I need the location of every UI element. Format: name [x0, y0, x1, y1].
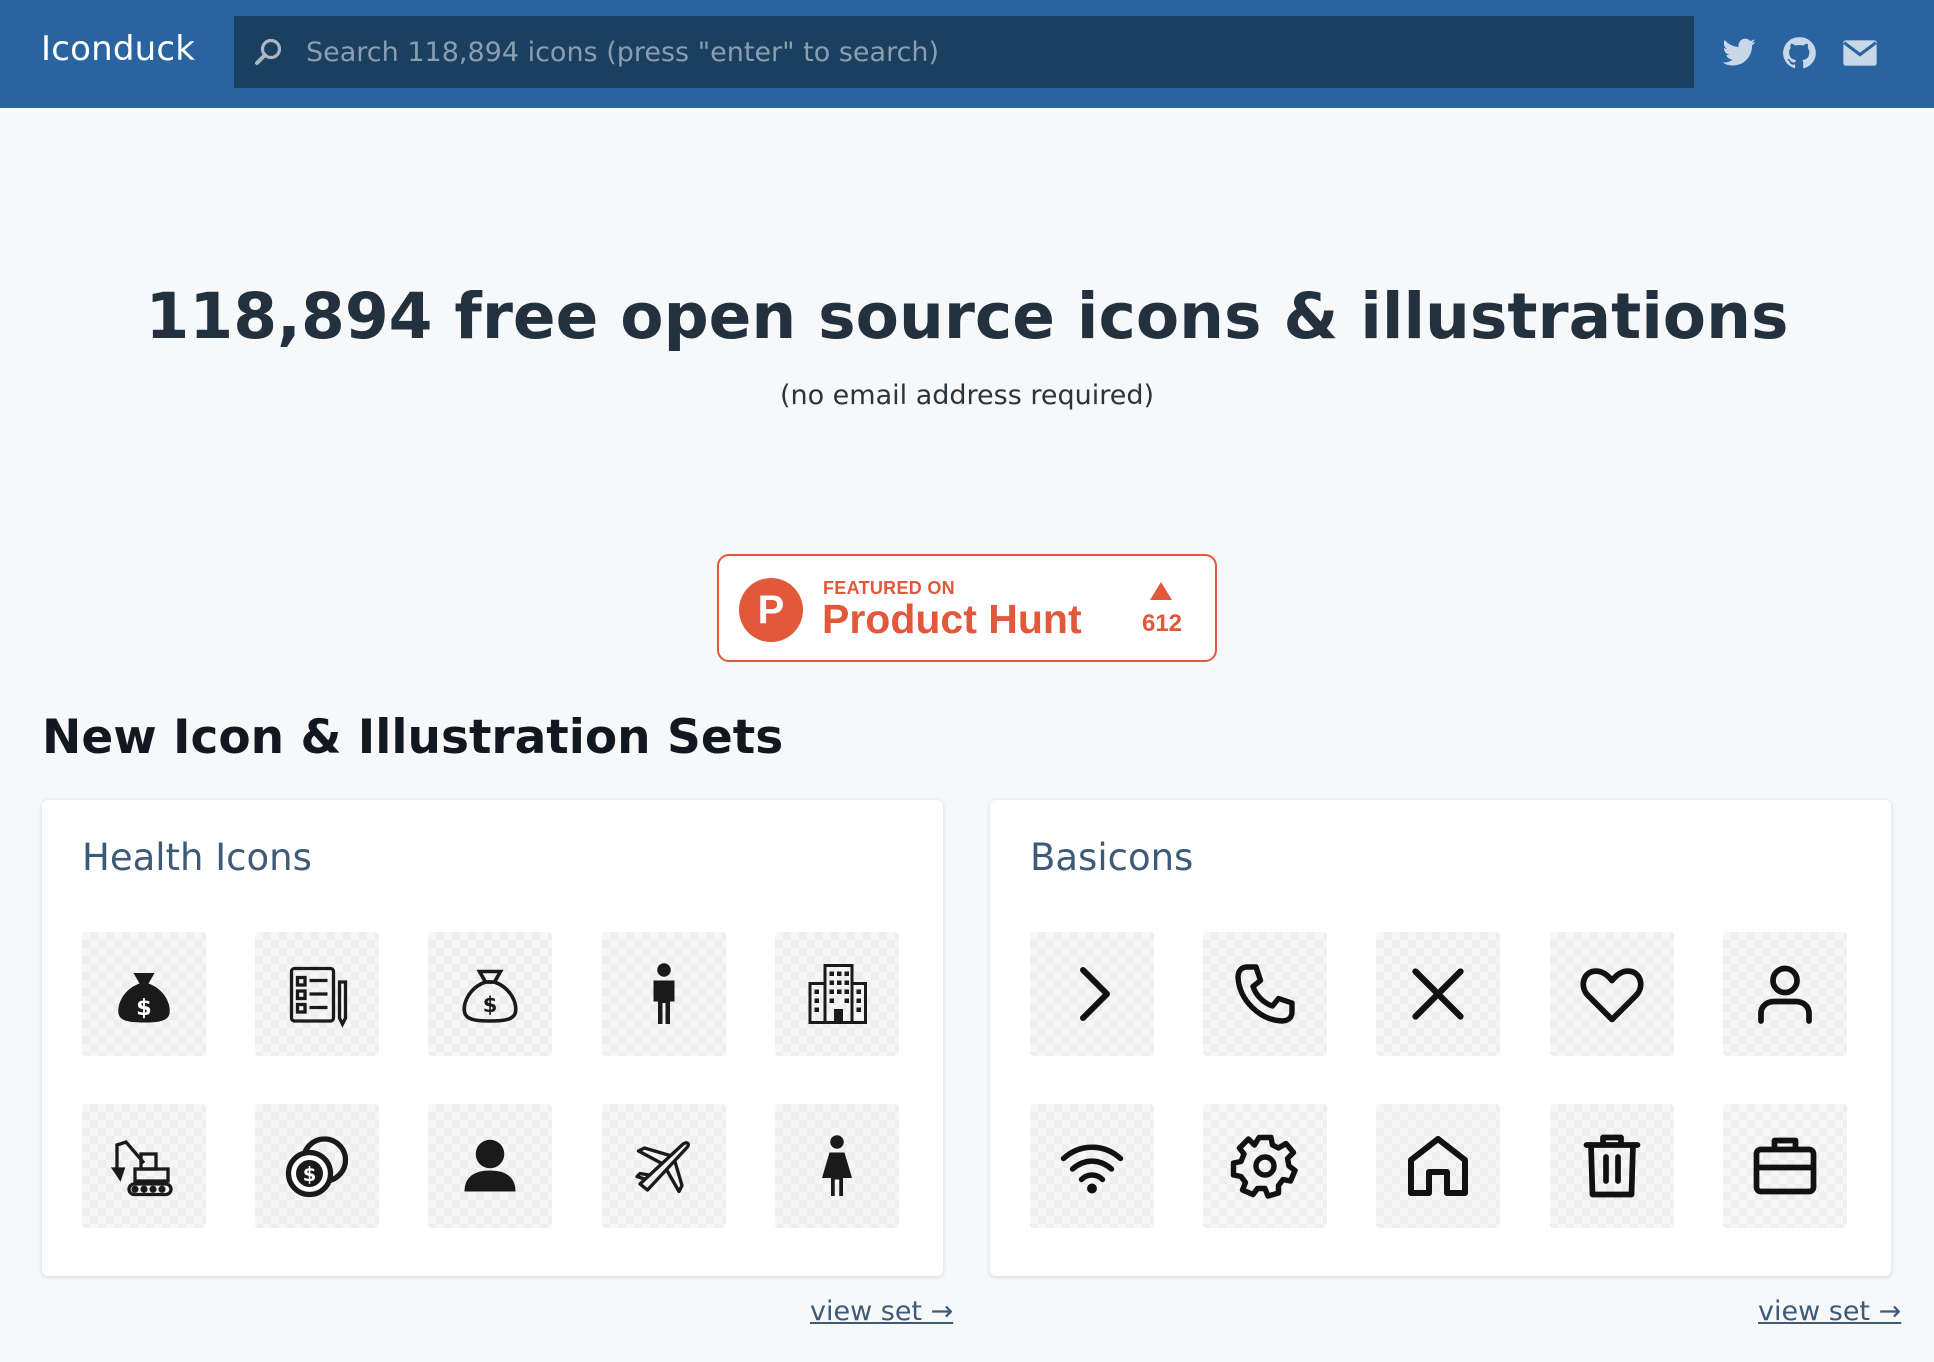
phone-icon[interactable]: [1203, 932, 1327, 1056]
man-icon[interactable]: [602, 932, 726, 1056]
woman-icon[interactable]: [775, 1104, 899, 1228]
view-set-link-health-icons[interactable]: view set →: [810, 1296, 953, 1327]
svg-text:$: $: [303, 1163, 317, 1186]
mail-icon[interactable]: [1841, 34, 1879, 72]
person-icon[interactable]: [428, 1104, 552, 1228]
top-navbar: Iconduck: [0, 0, 1934, 108]
user-icon[interactable]: [1723, 932, 1847, 1056]
hero-title: 118,894 free open source icons & illustr…: [145, 280, 1789, 353]
chevron-right-icon[interactable]: [1030, 932, 1154, 1056]
checklist-pencil-icon[interactable]: [255, 932, 379, 1056]
view-set-link-basicons[interactable]: view set →: [1758, 1296, 1901, 1327]
money-bag-outline-icon[interactable]: $: [428, 932, 552, 1056]
icon-set-card-basicons: Basicons: [990, 800, 1891, 1276]
hero-subtitle: (no email address required): [779, 380, 1155, 411]
card-title[interactable]: Basicons: [1030, 836, 1193, 879]
gear-icon[interactable]: [1203, 1104, 1327, 1228]
search-icon: [252, 36, 284, 68]
twitter-icon[interactable]: [1720, 34, 1758, 72]
github-icon[interactable]: [1780, 34, 1818, 72]
product-hunt-badge[interactable]: P FEATURED ON Product Hunt 612: [717, 554, 1217, 662]
heart-icon[interactable]: [1550, 932, 1674, 1056]
briefcase-icon[interactable]: [1723, 1104, 1847, 1228]
excavator-icon[interactable]: [82, 1104, 206, 1228]
close-icon[interactable]: [1376, 932, 1500, 1056]
section-title: New Icon & Illustration Sets: [42, 710, 784, 765]
coins-icon[interactable]: $: [255, 1104, 379, 1228]
building-icon[interactable]: [775, 932, 899, 1056]
money-bag-icon[interactable]: $: [82, 932, 206, 1056]
airplane-icon[interactable]: [602, 1104, 726, 1228]
trash-icon[interactable]: [1550, 1104, 1674, 1228]
product-hunt-logo-icon: P: [739, 578, 803, 642]
icon-set-card-health-icons: Health Icons $ $ $: [42, 800, 943, 1276]
search-input[interactable]: [306, 16, 1694, 88]
wifi-icon[interactable]: [1030, 1104, 1154, 1228]
search-bar[interactable]: [234, 16, 1694, 88]
product-hunt-name: Product Hunt: [822, 596, 1082, 642]
home-icon[interactable]: [1376, 1104, 1500, 1228]
svg-text:$: $: [483, 993, 498, 1017]
upvote-triangle-icon: [1150, 582, 1172, 600]
svg-text:$: $: [136, 995, 152, 1021]
upvote-count: 612: [1141, 610, 1183, 637]
card-title[interactable]: Health Icons: [82, 836, 312, 879]
brand-logo[interactable]: Iconduck: [41, 29, 195, 69]
